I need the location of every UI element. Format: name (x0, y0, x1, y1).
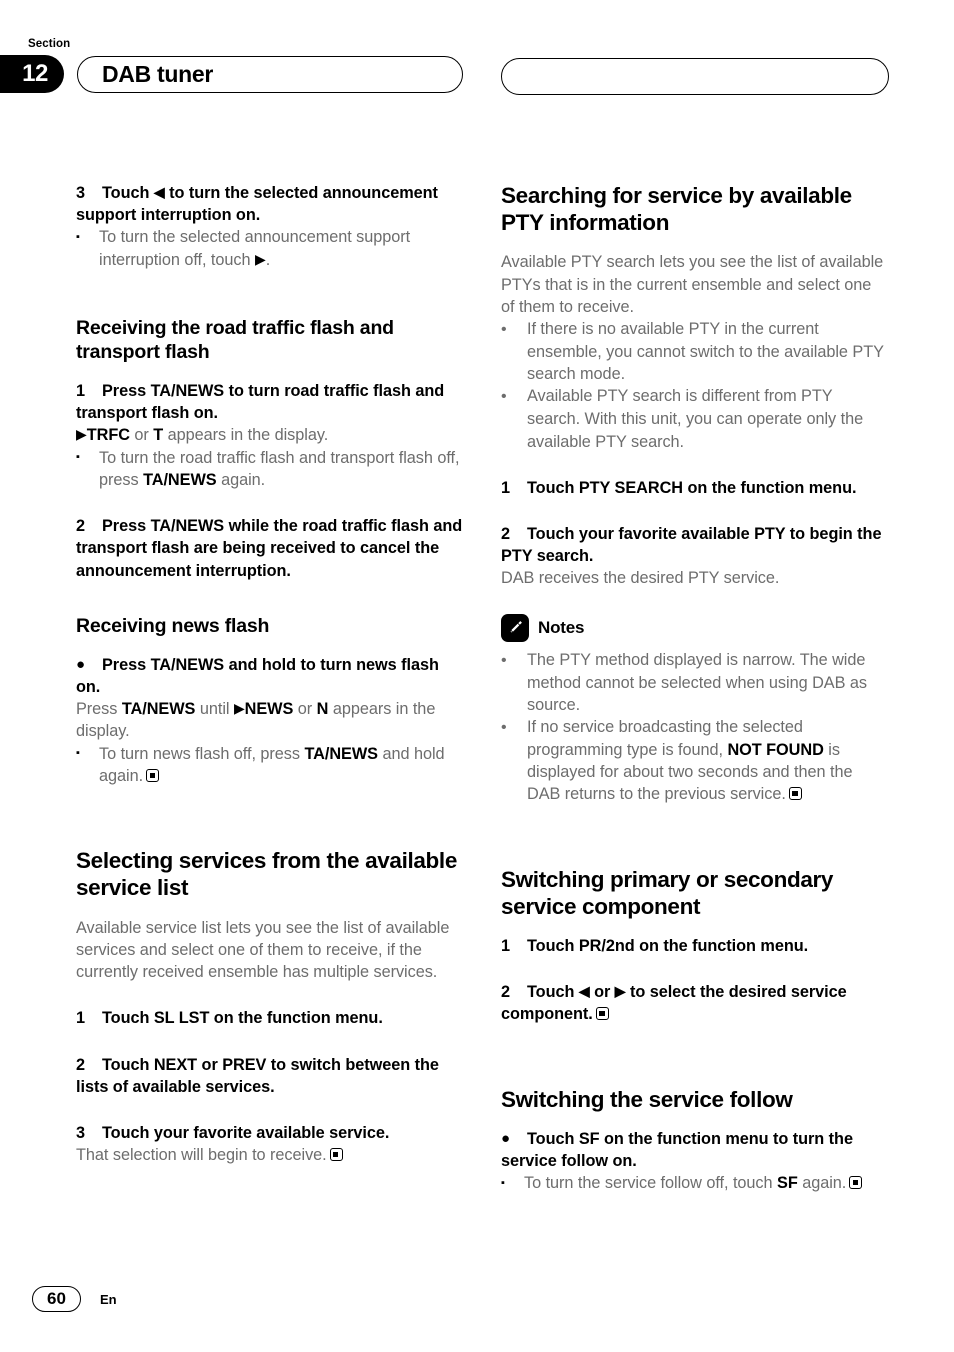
right-arrow-icon: ▶ (233, 700, 245, 717)
note-announcement-off: ▪ To turn the selected announcement suppo… (76, 228, 411, 269)
step-number: 2 (501, 524, 511, 543)
square-bullet-icon: ▪ (76, 451, 80, 464)
filled-circle-bullet-icon: ● (76, 655, 86, 673)
heading-receiving-news-flash: Receiving news flash (76, 614, 270, 637)
end-of-section-marker-icon (788, 787, 802, 801)
language-code: En (100, 1291, 117, 1307)
pencil-icon (501, 613, 529, 642)
round-bullet-icon: • (501, 651, 507, 669)
pty-bullet-item: • If there is no available PTY in the cur… (501, 320, 884, 384)
page-number: 60 (32, 1286, 81, 1312)
right-arrow-icon: ▶ (614, 983, 626, 1000)
heading-road-traffic-flash: Receiving the road traffic flash and tra… (76, 316, 394, 363)
end-of-section-marker-icon (329, 1148, 343, 1162)
bullet-press-ta-news-hold: ● Press TA/NEWS and hold to turn news fla… (76, 655, 439, 696)
section-label: Section (28, 38, 71, 50)
end-of-section-marker-icon (849, 1176, 863, 1190)
press-until-news-line: Press TA/NEWS until ▶NEWS or N appears i… (76, 700, 436, 741)
left-arrow-icon: ◀ (153, 184, 165, 200)
selection-begin-line: That selection will begin to receive. (76, 1144, 463, 1166)
step-number: 3 (76, 184, 86, 202)
step-2-touch-next-prev: 2 Touch NEXT or PREV to switch between th… (76, 1055, 439, 1096)
round-bullet-icon: • (501, 321, 507, 339)
step-number: 2 (501, 983, 511, 1002)
note-item: • The PTY method displayed is narrow. The… (501, 650, 867, 714)
step-3-announcement-support: 3 Touch ◀ to turn the selected announceme… (76, 184, 438, 225)
step-2-touch-favorite-pty: 2 Touch your favorite available PTY to be… (501, 524, 882, 566)
step-3-touch-favorite-service: 3 Touch your favorite available service. (76, 1122, 463, 1144)
square-bullet-icon: ▪ (76, 230, 80, 243)
heading-switching-service-follow: Switching the service follow (501, 1086, 793, 1112)
step-number: 2 (76, 517, 86, 536)
note-road-traffic-off: ▪ To turn the road traffic flash and tran… (76, 448, 460, 489)
heading-switching-primary-secondary: Switching primary or secondary service c… (501, 866, 834, 919)
step-1-touch-pty-search: 1 Touch PTY SEARCH on the function menu. (501, 477, 888, 499)
pty-search-intro: Available PTY search lets you see the li… (501, 253, 884, 316)
heading-selecting-services: Selecting services from the available se… (76, 848, 457, 901)
round-bullet-icon: • (501, 388, 507, 406)
right-arrow-icon: ▶ (76, 426, 87, 443)
step-number: 1 (76, 1009, 86, 1028)
step-number: 1 (76, 381, 86, 400)
heading-searching-pty: Searching for service by available PTY i… (501, 183, 852, 236)
step-1-touch-pr-2nd: 1 Touch PR/2nd on the function menu. (501, 935, 888, 957)
note-item: • If no service broadcasting the selected… (501, 717, 853, 804)
pty-bullet-item: • Available PTY search is different from … (501, 387, 864, 451)
filled-circle-bullet-icon: ● (501, 1129, 511, 1147)
end-of-section-marker-icon (595, 1007, 609, 1021)
trfc-display-line: ▶TRFC or T appears in the display. (76, 426, 329, 445)
dab-receives-line: DAB receives the desired PTY service. (501, 569, 780, 588)
left-column: 3 Touch ◀ to turn the selected announceme… (76, 182, 463, 1166)
chapter-title-pill: DAB tuner (77, 56, 463, 93)
step-1-press-ta-news: 1 Press TA/NEWS to turn road traffic flas… (76, 381, 445, 423)
page-footer: 60 En (32, 1286, 117, 1312)
end-of-section-marker-icon (146, 768, 160, 782)
selecting-services-intro: Available service list lets you see the … (76, 918, 450, 982)
step-number: 1 (501, 936, 511, 955)
notes-title: Notes (538, 617, 585, 637)
left-arrow-icon: ◀ (578, 983, 590, 1000)
right-column: Searching for service by available PTY i… (501, 182, 888, 1195)
note-news-flash-off: ▪ To turn news flash off, press TA/NEWS a… (76, 744, 445, 785)
step-number: 1 (501, 478, 511, 497)
step-2-select-service-component: 2 Touch ◀ or ▶ to select the desired serv… (501, 983, 847, 1024)
right-arrow-icon: ▶ (255, 250, 266, 267)
step-2-press-ta-news: 2 Press TA/NEWS while the road traffic fl… (76, 517, 463, 580)
square-bullet-icon: ▪ (76, 747, 80, 760)
step-number: 2 (76, 1055, 86, 1074)
notes-header: Notes (501, 613, 888, 642)
note-service-follow-off: ▪ To turn the service follow off, touch S… (501, 1172, 888, 1194)
page-title: DAB tuner (102, 61, 214, 87)
chapter-title-pill-right-empty (501, 58, 889, 95)
bullet-touch-sf: ● Touch SF on the function menu to turn t… (501, 1129, 853, 1171)
step-1-touch-sl-lst: 1 Touch SL LST on the function menu. (76, 1007, 463, 1029)
step-number: 3 (76, 1124, 86, 1143)
square-bullet-icon: ▪ (501, 1176, 505, 1189)
round-bullet-icon: • (501, 718, 507, 736)
section-number-badge: 12 (0, 55, 64, 93)
